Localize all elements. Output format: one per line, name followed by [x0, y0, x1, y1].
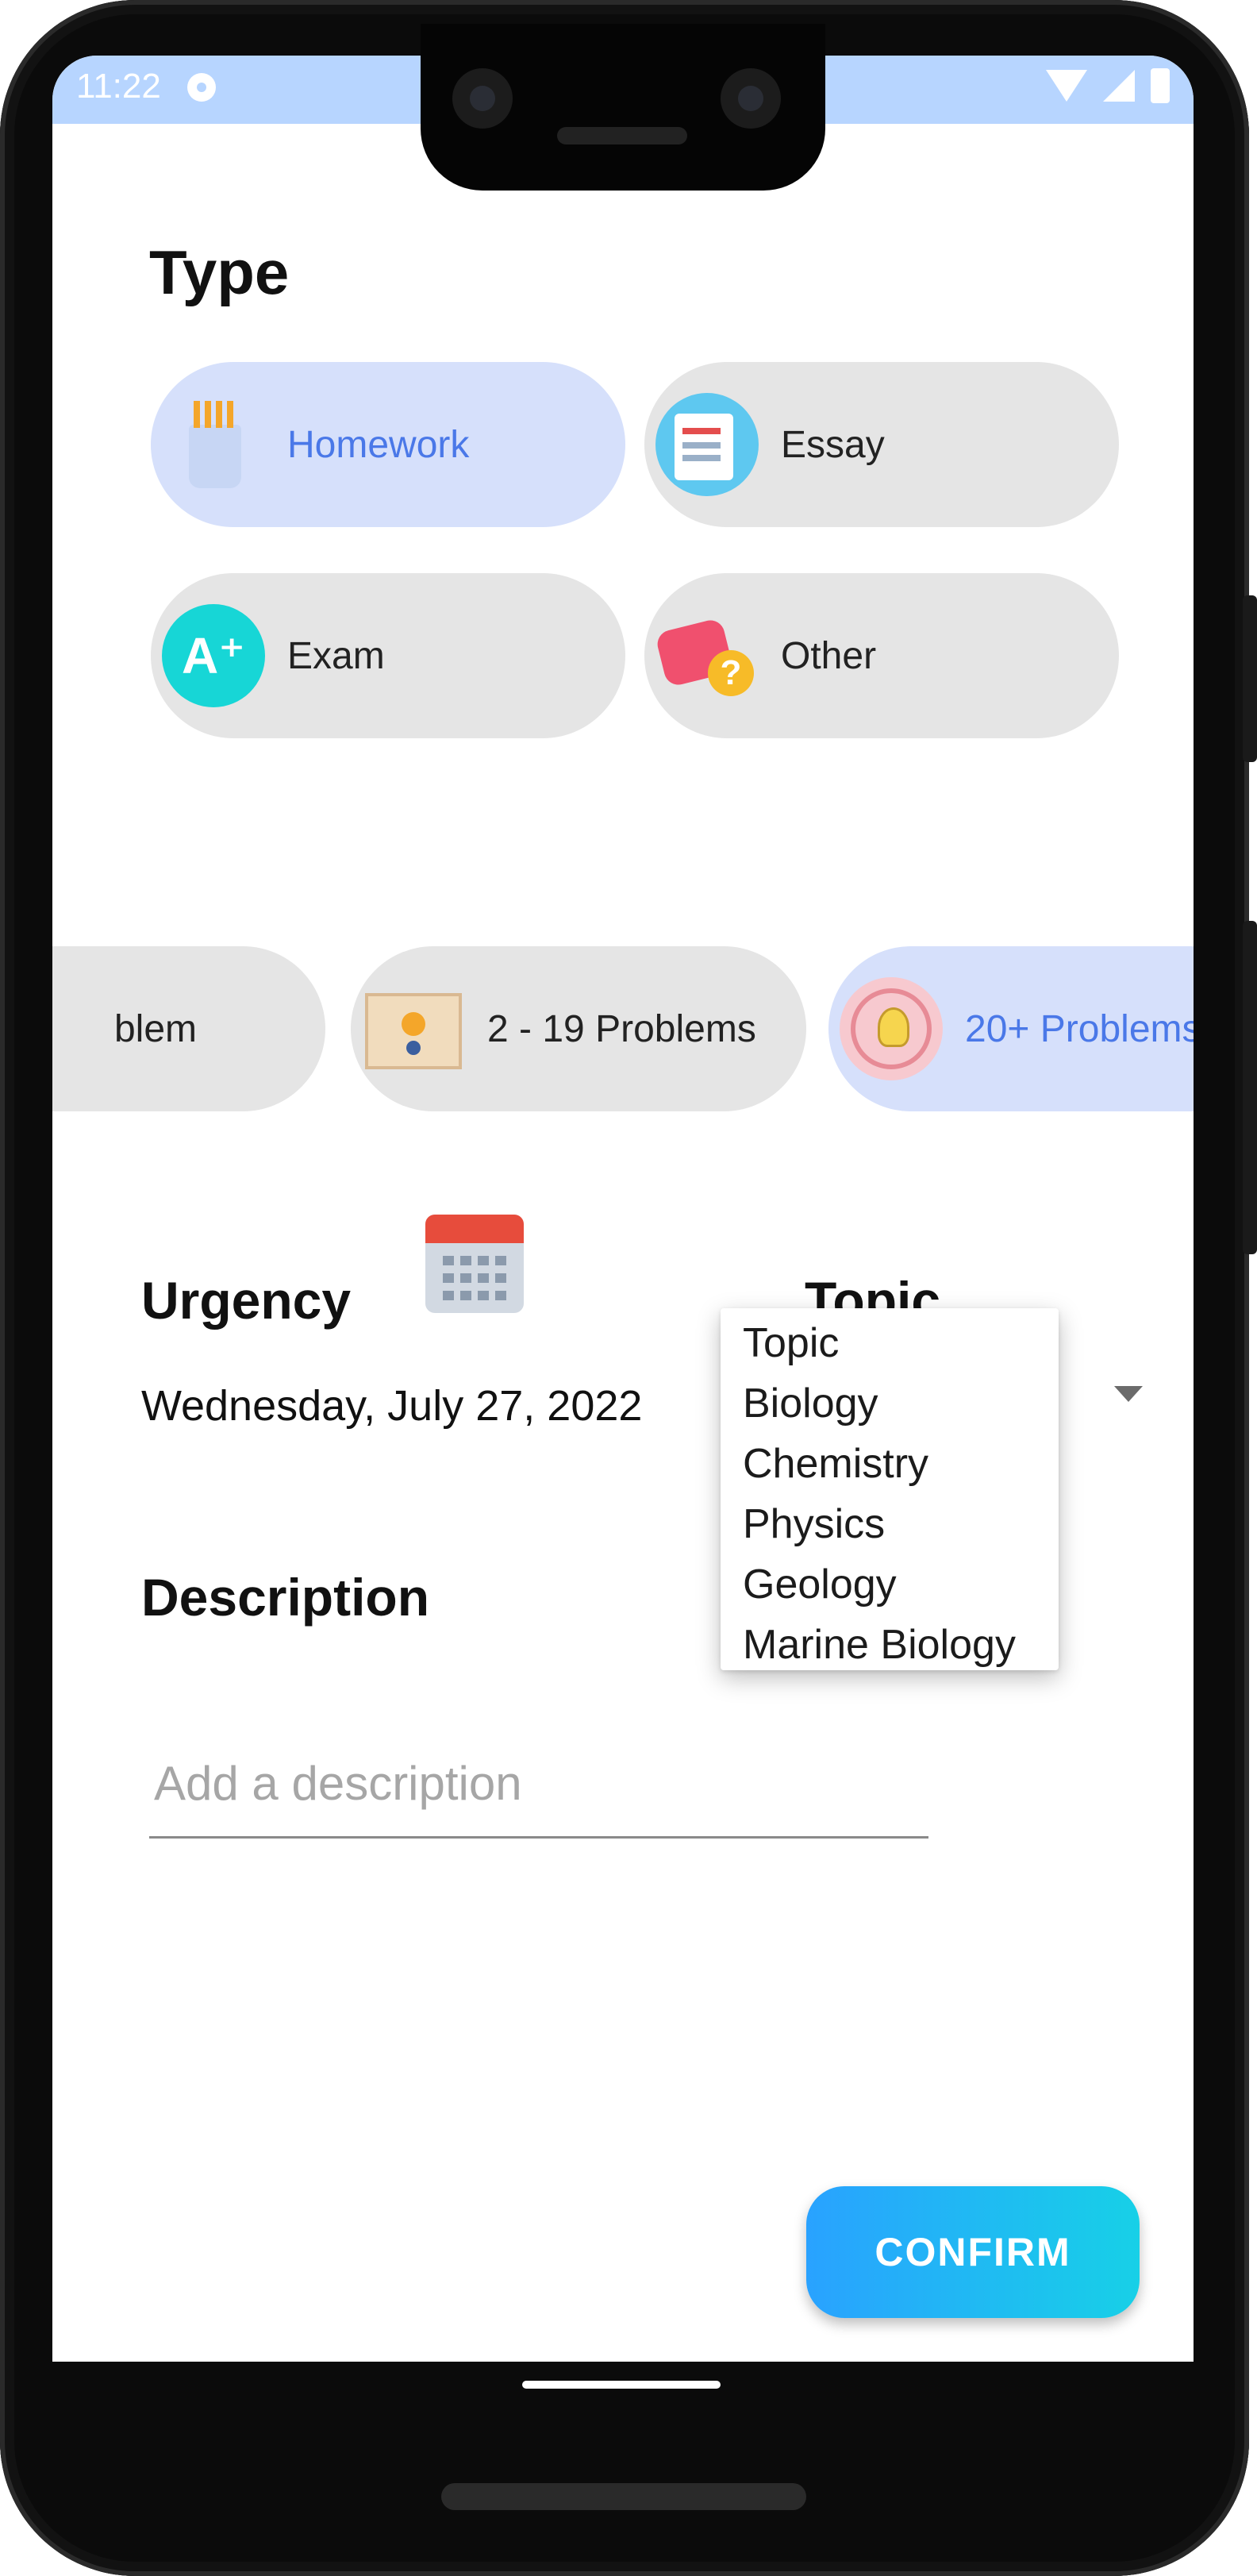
exam-grade-icon: A⁺ [162, 604, 265, 707]
type-option-exam[interactable]: A⁺ Exam [151, 573, 625, 738]
topic-dropdown-menu: Topic Biology Chemistry Physics Geology … [721, 1308, 1059, 1670]
book-lightbulb-icon [362, 977, 465, 1080]
volume-button [1243, 921, 1257, 1254]
essay-scroll-icon [655, 393, 759, 496]
status-icons [1046, 68, 1170, 103]
app-screen: 11:22 Type Homework Essay A⁺ Exam Other [52, 56, 1194, 2362]
type-option-label: Homework [287, 423, 470, 466]
home-indicator[interactable] [522, 2381, 721, 2389]
type-option-homework[interactable]: Homework [151, 362, 625, 527]
wifi-icon [1046, 70, 1087, 102]
problem-count-option-20-plus[interactable]: 20+ Problems [828, 946, 1194, 1111]
type-option-other[interactable]: Other [644, 573, 1119, 738]
urgency-heading: Urgency [141, 1271, 352, 1330]
calendar-icon[interactable] [425, 1215, 524, 1313]
description-heading: Description [141, 1568, 430, 1627]
type-option-label: Other [781, 634, 877, 677]
camera-notch [421, 24, 825, 191]
earpiece-speaker [557, 127, 687, 144]
urgency-date[interactable]: Wednesday, July 27, 2022 [141, 1381, 642, 1430]
problem-count-option-2-19[interactable]: 2 - 19 Problems [351, 946, 806, 1111]
battery-icon [1151, 68, 1170, 103]
type-option-label: Essay [781, 423, 885, 466]
topic-option-geology[interactable]: Geology [721, 1554, 1059, 1615]
topic-option-chemistry[interactable]: Chemistry [721, 1434, 1059, 1494]
problem-count-option-1[interactable]: blem [52, 946, 325, 1111]
problem-count-label: 20+ Problems [965, 1007, 1194, 1050]
chat-question-icon [655, 604, 759, 707]
status-time: 11:22 [76, 67, 161, 106]
type-option-label: Exam [287, 634, 385, 677]
topic-option-topic[interactable]: Topic [721, 1313, 1059, 1373]
bottom-speaker [441, 2483, 806, 2510]
brain-lightbulb-icon [840, 977, 943, 1080]
power-button [1243, 595, 1257, 762]
pencil-mug-icon [162, 393, 265, 496]
topic-option-biology[interactable]: Biology [721, 1373, 1059, 1434]
phone-mockup: 11:22 Type Homework Essay A⁺ Exam Other [0, 0, 1257, 2576]
front-camera-icon [452, 68, 513, 129]
confirm-button[interactable]: CONFIRM [806, 2186, 1140, 2318]
dropdown-arrow-icon[interactable] [1114, 1386, 1143, 1402]
problem-count-label: blem [113, 1007, 197, 1050]
problem-count-label: 2 - 19 Problems [487, 1007, 756, 1050]
signal-icon [1103, 70, 1135, 102]
topic-option-physics[interactable]: Physics [721, 1494, 1059, 1554]
front-camera-icon [721, 68, 781, 129]
type-heading: Type [149, 237, 290, 307]
media-notification-icon [187, 73, 216, 102]
description-input[interactable] [149, 1731, 928, 1839]
type-option-essay[interactable]: Essay [644, 362, 1119, 527]
topic-option-marine-biology[interactable]: Marine Biology [721, 1615, 1059, 1675]
